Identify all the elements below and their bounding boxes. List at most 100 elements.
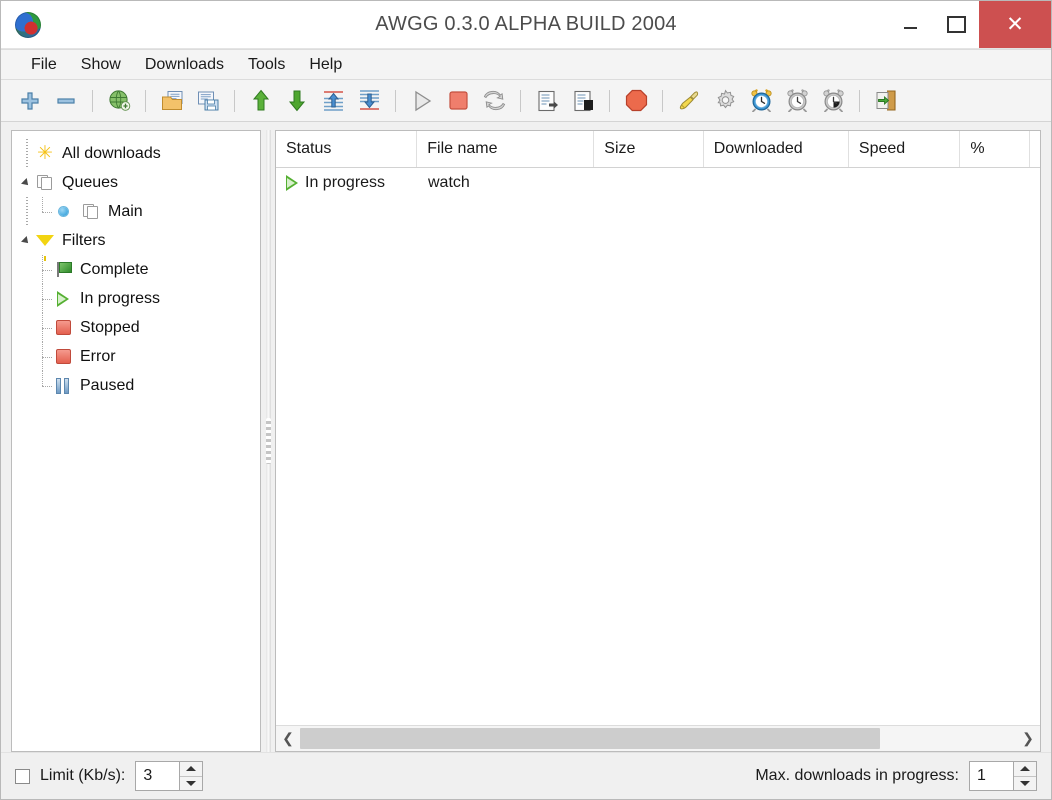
timer-stop-icon[interactable]	[818, 86, 848, 116]
expander-icon[interactable]	[18, 235, 34, 246]
sidebar-item-label: Stopped	[80, 318, 140, 336]
sidebar-item-queues[interactable]: Queues	[16, 168, 256, 197]
column-header-percent[interactable]: %	[960, 131, 1030, 167]
limit-label: Limit (Kb/s):	[40, 767, 126, 784]
menu-bar: File Show Downloads Tools Help	[1, 49, 1051, 80]
move-to-top-icon[interactable]	[318, 86, 348, 116]
horizontal-scrollbar[interactable]: ❮ ❯	[276, 725, 1040, 751]
column-header-filler	[1030, 131, 1040, 167]
move-up-icon[interactable]	[246, 86, 276, 116]
limit-stepper[interactable]	[135, 761, 204, 791]
max-downloads-stepper[interactable]	[969, 761, 1037, 791]
download-list-rows: In progress watch	[276, 168, 1040, 725]
exit-icon[interactable]	[871, 86, 901, 116]
scroll-left-icon[interactable]: ❮	[276, 726, 300, 751]
sidebar-item-label: All downloads	[62, 144, 161, 162]
sidebar-item-main[interactable]: Main	[16, 197, 256, 226]
tree-guide	[34, 255, 52, 284]
tree-guide	[34, 284, 52, 313]
column-header-status[interactable]: Status	[276, 131, 418, 167]
minimize-button[interactable]	[887, 1, 933, 48]
table-row[interactable]: In progress watch	[276, 168, 1040, 198]
max-downloads-decrement-button[interactable]	[1014, 777, 1036, 791]
sidebar-item-in-progress[interactable]: In progress	[16, 284, 256, 313]
remove-download-icon[interactable]	[51, 86, 81, 116]
toolbar-separator	[92, 89, 93, 112]
scheduler-icon[interactable]	[746, 86, 776, 116]
sidebar-item-filters[interactable]: Filters	[16, 226, 256, 261]
panel-splitter[interactable]	[261, 130, 275, 752]
max-downloads-increment-button[interactable]	[1014, 762, 1036, 777]
sidebar-tree-panel: ✳ All downloads Queues Main Filters Comp…	[11, 130, 261, 752]
column-header-downloaded[interactable]: Downloaded	[704, 131, 849, 167]
cell-percent	[964, 168, 1034, 198]
scrollbar-thumb[interactable]	[300, 728, 880, 749]
cell-status: In progress	[276, 168, 418, 198]
scrollbar-track[interactable]	[300, 726, 1016, 751]
toolbar	[1, 80, 1051, 122]
sidebar-item-all-downloads[interactable]: ✳ All downloads	[16, 139, 256, 168]
toolbar-separator	[395, 89, 396, 112]
add-download-icon[interactable]	[15, 86, 45, 116]
column-header-file-name[interactable]: File name	[417, 131, 595, 167]
star-icon: ✳	[37, 143, 53, 164]
sidebar-item-label: Main	[108, 202, 143, 220]
sidebar-item-label: Filters	[62, 231, 106, 249]
import-list-icon[interactable]	[157, 86, 187, 116]
splitter-grip[interactable]	[265, 418, 271, 464]
log-icon[interactable]	[568, 86, 598, 116]
refresh-icon[interactable]	[479, 86, 509, 116]
stop-icon	[52, 318, 74, 338]
queue-icon	[80, 202, 102, 222]
timer-start-icon[interactable]	[782, 86, 812, 116]
tree-guide	[34, 313, 52, 342]
download-list-panel: Status File name Size Downloaded Speed %…	[275, 130, 1041, 752]
scroll-right-icon[interactable]: ❯	[1016, 726, 1040, 751]
max-downloads-label: Max. downloads in progress:	[755, 767, 959, 784]
sidebar-item-stopped[interactable]: Stopped	[16, 313, 256, 342]
clean-list-icon[interactable]	[674, 86, 704, 116]
flag-icon	[52, 260, 74, 280]
toolbar-separator	[609, 89, 610, 112]
menu-item-file[interactable]: File	[19, 54, 69, 76]
export-list-icon[interactable]	[193, 86, 223, 116]
cell-downloaded	[706, 168, 852, 198]
expander-icon[interactable]	[18, 177, 34, 188]
stop-all-icon[interactable]	[621, 86, 651, 116]
limit-increment-button[interactable]	[180, 762, 203, 777]
move-to-bottom-icon[interactable]	[354, 86, 384, 116]
column-header-size[interactable]: Size	[594, 131, 704, 167]
sidebar-item-paused[interactable]: Paused	[16, 371, 256, 400]
sidebar-item-label: Paused	[80, 376, 135, 394]
play-icon	[52, 289, 74, 309]
play-icon	[286, 175, 298, 191]
max-downloads-input[interactable]	[969, 761, 1013, 791]
window-controls: ✕	[887, 1, 1051, 48]
close-button[interactable]: ✕	[979, 1, 1051, 48]
queue-bullet-icon	[52, 202, 74, 222]
properties-icon[interactable]	[532, 86, 562, 116]
main-content: ✳ All downloads Queues Main Filters Comp…	[1, 122, 1051, 752]
add-url-globe-icon[interactable]	[104, 86, 134, 116]
menu-item-tools[interactable]: Tools	[236, 54, 297, 76]
tree-guide	[34, 371, 52, 400]
toolbar-separator	[859, 89, 860, 112]
sidebar-item-complete[interactable]: Complete	[16, 255, 256, 284]
tree-guide	[18, 197, 34, 226]
toolbar-separator	[145, 89, 146, 112]
menu-item-help[interactable]: Help	[297, 54, 354, 76]
sidebar-item-error[interactable]: Error	[16, 342, 256, 371]
start-download-icon[interactable]	[407, 86, 437, 116]
options-gear-icon[interactable]	[710, 86, 740, 116]
limit-decrement-button[interactable]	[180, 777, 202, 791]
menu-item-downloads[interactable]: Downloads	[133, 54, 236, 76]
cell-status-label: In progress	[305, 174, 386, 191]
stop-download-icon[interactable]	[443, 86, 473, 116]
pause-icon	[52, 376, 74, 396]
limit-checkbox[interactable]	[15, 768, 30, 784]
column-header-speed[interactable]: Speed	[849, 131, 961, 167]
limit-input[interactable]	[135, 761, 180, 791]
menu-item-show[interactable]: Show	[69, 54, 133, 76]
maximize-button[interactable]	[933, 1, 979, 48]
move-down-icon[interactable]	[282, 86, 312, 116]
